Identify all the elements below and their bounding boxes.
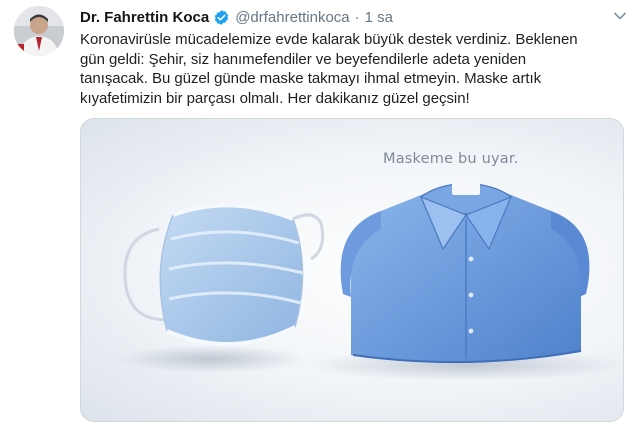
avatar-photo-icon [14,6,64,56]
separator-dot: · [354,8,360,26]
author-name[interactable]: Dr. Fahrettin Koca [80,9,209,26]
chevron-down-icon[interactable] [613,9,627,23]
surgical-mask-icon [116,203,325,373]
folded-shirt-icon [306,181,623,381]
tweet-timestamp[interactable]: 1 sa [365,9,393,26]
tweet-text: Koronavirüsle mücadelemize evde kalarak … [80,31,578,107]
author-handle[interactable]: @drfahrettinkoca [235,9,349,26]
author-avatar[interactable] [14,6,64,56]
tweet-header: Dr. Fahrettin Koca @drfahrettinkoca · 1 … [80,6,393,28]
media-caption: Maskeme bu uyar. [383,151,519,167]
tweet-media-image[interactable]: Maskeme bu uyar. [80,118,624,422]
mask-and-shirt-illustration [116,181,623,381]
tweet[interactable]: Dr. Fahrettin Koca @drfahrettinkoca · 1 … [0,0,640,429]
verified-badge-icon [213,9,230,26]
